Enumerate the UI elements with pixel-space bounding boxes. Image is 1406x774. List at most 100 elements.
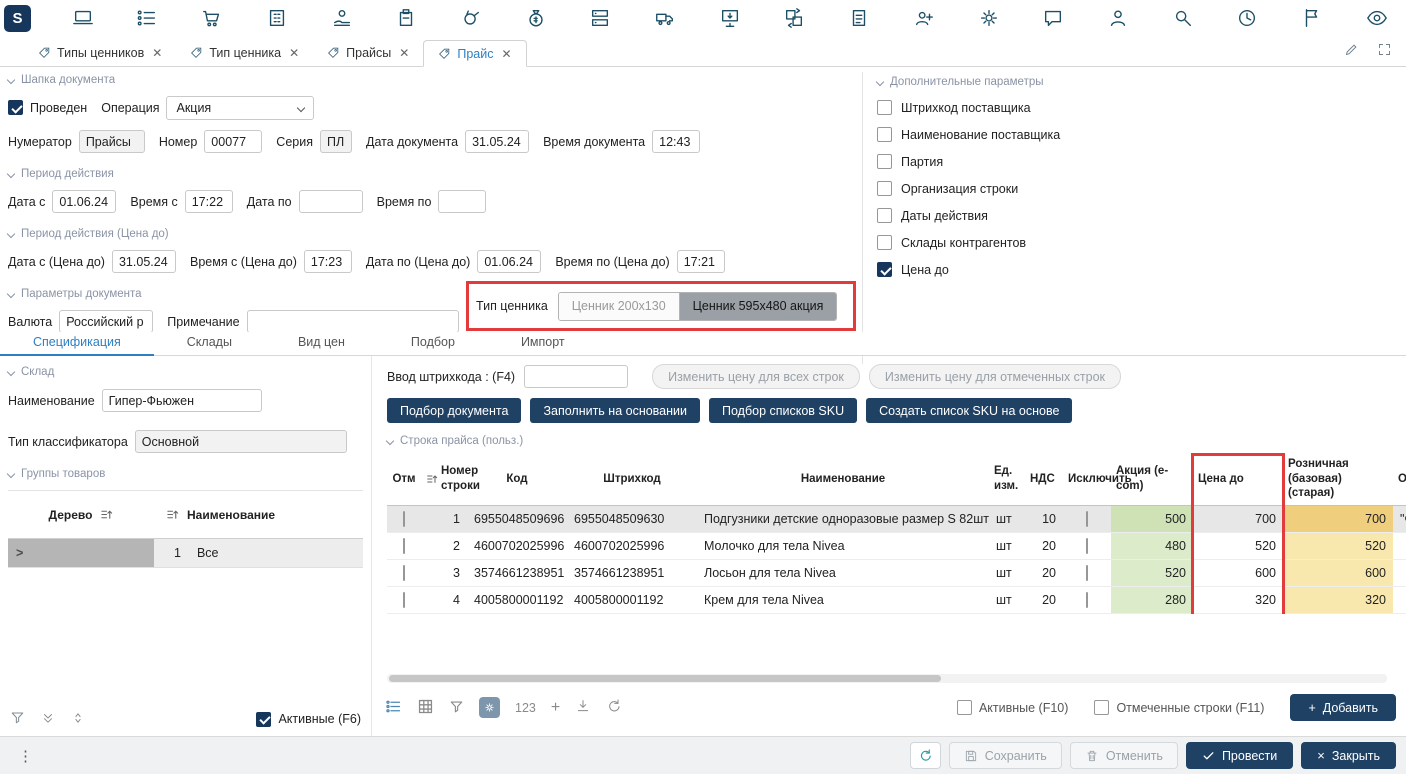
download-icon[interactable] [575,698,591,717]
filter-icon[interactable] [10,710,25,728]
clock-icon[interactable] [1234,5,1260,31]
add-row-plus-icon[interactable]: + [551,699,560,717]
active-f6-checkbox[interactable] [256,712,271,727]
row-exclude-checkbox[interactable] [1086,592,1088,608]
refresh-button[interactable] [910,742,941,769]
laptop-icon[interactable] [70,5,96,31]
price-to-time-to-input[interactable] [677,250,725,273]
number-input[interactable] [204,130,262,153]
tab-price-tag-types[interactable]: Типы ценников✕ [24,39,176,66]
row-organization-checkbox[interactable] [877,181,892,196]
classifier-type-input[interactable] [135,430,347,453]
collapse-all-icon[interactable] [41,711,55,728]
batch-checkbox[interactable] [877,154,892,169]
app-logo[interactable]: S [4,5,31,32]
tab-selection[interactable]: Подбор [378,332,488,355]
fill-on-basis-button[interactable]: Заполнить на основании [530,398,700,423]
row-exclude-checkbox[interactable] [1086,511,1088,527]
money-bag-icon[interactable] [523,5,549,31]
tab-warehouses[interactable]: Склады [154,332,265,355]
section-product-groups[interactable]: Группы товаров [8,468,363,480]
validity-dates-checkbox[interactable] [877,208,892,223]
table-row[interactable]: 4 4005800001192 4005800001192 Крем для т… [387,586,1406,613]
sort-icon[interactable] [426,473,438,485]
table-row[interactable]: 1 6955048509696 6955048509630 Подгузники… [387,505,1406,532]
posted-checkbox[interactable] [8,100,23,115]
close-icon[interactable]: ✕ [152,46,162,60]
checklist-icon[interactable] [134,5,160,31]
eye-icon[interactable] [1364,5,1390,31]
close-button[interactable]: ×Закрыть [1301,742,1396,769]
table-settings-gear-icon[interactable] [479,697,500,718]
change-price-all-button[interactable]: Изменить цену для всех строк [652,364,860,389]
tag-option-595x480[interactable]: Ценник 595х480 акция [680,293,837,320]
tab-price-list-active[interactable]: Прайс✕ [423,40,526,67]
monitor-download-icon[interactable] [717,5,743,31]
post-button[interactable]: Провести [1186,742,1293,769]
price-to-date-from-input[interactable] [112,250,176,273]
user-add-icon[interactable] [911,5,937,31]
period-date-from-input[interactable] [52,190,116,213]
period-time-to-input[interactable] [438,190,486,213]
section-warehouse[interactable]: Склад [8,366,363,378]
supplier-name-checkbox[interactable] [877,127,892,142]
gear-icon[interactable] [976,5,1002,31]
row-mark-checkbox[interactable] [403,538,405,554]
section-period[interactable]: Период действия [8,168,858,180]
price-to-checkbox[interactable] [877,262,892,277]
marked-rows-f11-checkbox[interactable] [1094,700,1109,715]
add-row-button[interactable]: +Добавить [1290,694,1396,721]
tree-expander[interactable]: > [8,539,154,567]
more-menu-icon[interactable]: ⋮ [10,747,41,765]
row-mark-checkbox[interactable] [403,592,405,608]
currency-input[interactable] [59,310,153,333]
pick-document-button[interactable]: Подбор документа [387,398,521,423]
horizontal-scrollbar[interactable] [387,674,1387,683]
barcode-input[interactable] [524,365,628,388]
comment-icon[interactable] [1040,5,1066,31]
tag-option-200x130[interactable]: Ценник 200х130 [559,293,680,320]
kettle-icon[interactable] [458,5,484,31]
package-icon[interactable] [393,5,419,31]
warehouse-name-input[interactable] [102,389,262,412]
search-icon[interactable] [1170,5,1196,31]
tab-specification[interactable]: Спецификация [0,332,154,356]
close-icon[interactable]: ✕ [501,47,511,61]
group-row-all[interactable]: > 1Все [8,539,363,568]
counterparty-warehouses-checkbox[interactable] [877,235,892,250]
sort-updown-icon[interactable] [71,711,85,728]
edit-pencil-icon[interactable] [1344,42,1359,60]
counter-123-icon[interactable]: 123 [515,701,536,715]
row-mark-checkbox[interactable] [403,565,405,581]
row-exclude-checkbox[interactable] [1086,565,1088,581]
list-view-icon[interactable] [385,698,402,718]
server-icon[interactable] [587,5,613,31]
table-row[interactable]: 3 3574661238951 3574661238951 Лосьон для… [387,559,1406,586]
section-period-price-to[interactable]: Период действия (Цена до) [8,228,858,240]
close-icon[interactable]: ✕ [399,46,409,60]
pick-sku-lists-button[interactable]: Подбор списков SKU [709,398,857,423]
fullscreen-icon[interactable] [1377,42,1392,60]
price-to-date-to-input[interactable] [477,250,541,273]
sort-icon[interactable] [100,508,113,521]
row-mark-checkbox[interactable] [403,511,405,527]
operation-select[interactable]: Акция [166,96,314,120]
section-doc-header[interactable]: Шапка документа [8,74,858,86]
tab-price-tag-type[interactable]: Тип ценника✕ [176,39,313,66]
price-to-time-from-input[interactable] [304,250,352,273]
user-icon[interactable] [1105,5,1131,31]
period-time-from-input[interactable] [185,190,233,213]
filter-icon[interactable] [449,699,464,717]
cancel-button[interactable]: Отменить [1070,742,1178,769]
change-price-marked-button[interactable]: Изменить цену для отмеченных строк [869,364,1121,389]
row-exclude-checkbox[interactable] [1086,538,1088,554]
building-icon[interactable] [264,5,290,31]
sort-icon[interactable] [166,508,179,521]
create-sku-list-button[interactable]: Создать список SKU на основе [866,398,1072,423]
truck-icon[interactable] [652,5,678,31]
grid-view-icon[interactable] [417,698,434,718]
tab-price-lists[interactable]: Прайсы✕ [313,39,423,66]
table-row[interactable]: 2 4600702025996 4600702025996 Молочко дл… [387,532,1406,559]
close-icon[interactable]: ✕ [289,46,299,60]
supplier-barcode-checkbox[interactable] [877,100,892,115]
